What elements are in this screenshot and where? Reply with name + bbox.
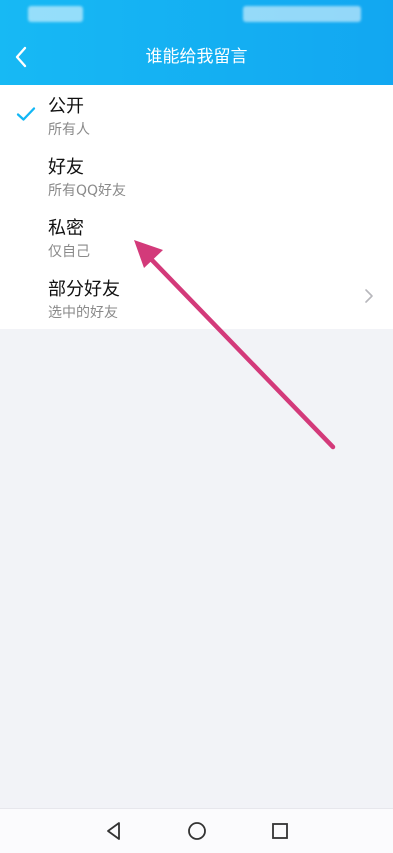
option-subtitle: 所有QQ好友: [48, 183, 127, 199]
option-friends[interactable]: 好友 所有QQ好友: [0, 146, 393, 207]
option-title: 好友: [48, 157, 84, 178]
option-subtitle: 选中的好友: [48, 305, 118, 321]
option-subtitle: 仅自己: [48, 244, 90, 260]
square-recent-icon[interactable]: [268, 819, 292, 843]
chevron-right-icon: [365, 289, 373, 303]
option-some-friends[interactable]: 部分好友 选中的好友: [0, 268, 393, 329]
option-title: 部分好友: [48, 279, 120, 300]
option-subtitle: 所有人: [48, 122, 90, 138]
privacy-options-list: 公开 所有人 好友 所有QQ好友 私密 仅自己 部分好友 选中的好友: [0, 85, 393, 329]
option-title: 公开: [48, 96, 84, 117]
status-bar-left-blurred: [28, 6, 83, 22]
top-bar: 谁能给我留言: [0, 0, 393, 85]
option-private[interactable]: 私密 仅自己: [0, 207, 393, 268]
checkmark-icon: [16, 107, 36, 121]
circle-home-icon[interactable]: [185, 819, 209, 843]
status-bar-right-blurred: [243, 6, 361, 22]
option-public[interactable]: 公开 所有人: [0, 85, 393, 146]
triangle-back-icon[interactable]: [102, 819, 126, 843]
page-title: 谁能给我留言: [145, 47, 248, 67]
option-title: 私密: [48, 218, 84, 239]
system-navigation-bar: [0, 808, 393, 853]
